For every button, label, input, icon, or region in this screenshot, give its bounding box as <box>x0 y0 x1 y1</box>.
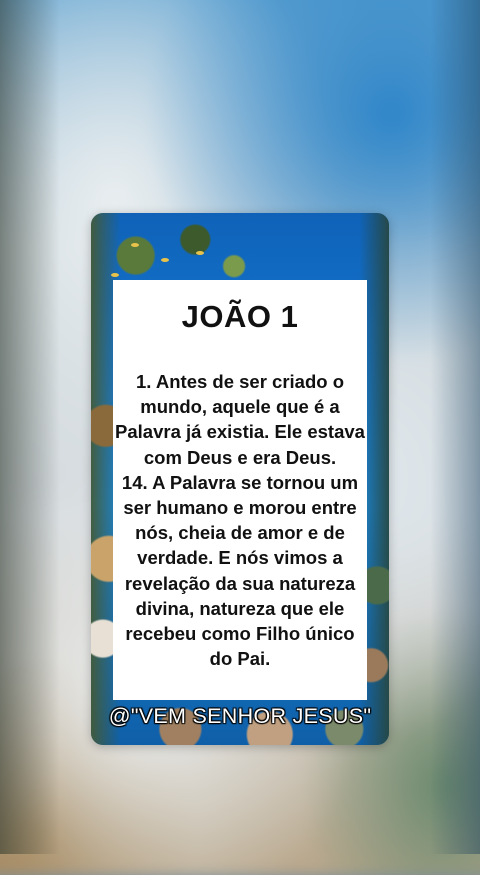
book-title: JOÃO 1 <box>181 299 299 334</box>
background-edge-left <box>0 0 60 854</box>
fish-decoration <box>131 243 139 247</box>
verse-14: 14. A Palavra se tornou um ser humano e … <box>121 471 359 670</box>
fish-decoration <box>111 273 119 277</box>
fish-decoration <box>196 251 204 255</box>
verse-1: 1. Antes de ser criado o mundo, aquele q… <box>115 371 365 468</box>
verse-list: 1. Antes de ser criado o mundo, aquele q… <box>113 369 367 671</box>
verse-text-panel: JOÃO 1 1. Antes de ser criado o mundo, a… <box>113 280 367 700</box>
watermark-text: @"VEM SENHOR JESUS" <box>108 704 372 728</box>
fish-decoration <box>161 258 169 262</box>
background-edge-right <box>430 0 480 854</box>
